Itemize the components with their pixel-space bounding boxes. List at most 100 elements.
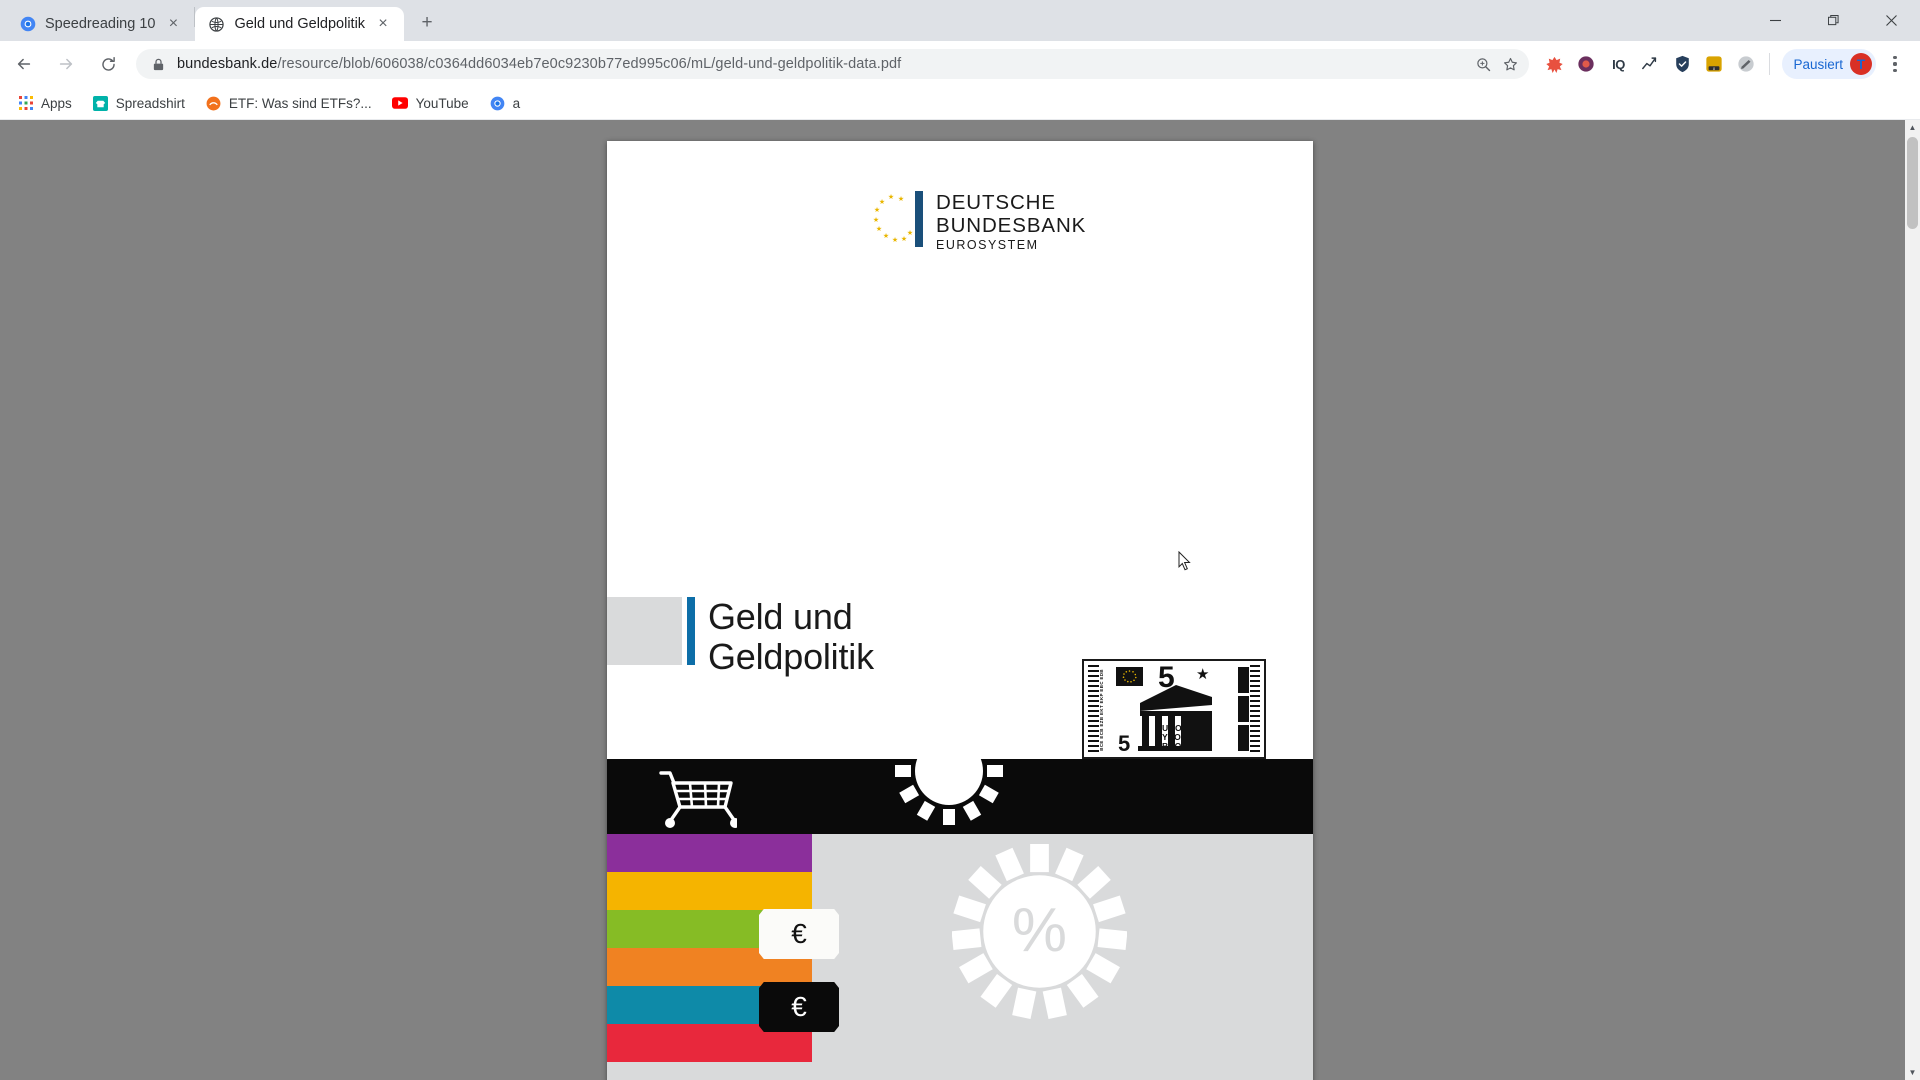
browser-tab-1[interactable]: Geld und Geldpolitik × [195,7,405,41]
profile-button[interactable]: Pausiert T [1782,49,1876,79]
chrome-favicon [19,16,36,33]
extension-chart-icon[interactable] [1635,49,1665,79]
orange-circle-icon [205,95,222,112]
euro-tag-black: € [759,982,839,1032]
svg-text:★: ★ [898,195,904,203]
logo-line-1: DEUTSCHE [936,191,1056,214]
scroll-down-button[interactable]: ▼ [1905,1065,1920,1080]
scroll-up-button[interactable]: ▲ [1905,120,1920,135]
scrollbar-thumb[interactable] [1907,137,1918,229]
pdf-page: ★ ★ ★ ★ ★ ★ ★ ★ ★ ★ DEUTSCHE BUNDESBANK … [607,141,1313,1080]
title-line-1: Geld und [708,596,853,637]
banknote-face: 5 ★ ★ 5 EURO EYPO EBPO [1114,663,1238,756]
bookmark-youtube[interactable]: YouTube [383,91,478,116]
title-accent-bar [687,597,695,665]
extension-adblock-icon[interactable]: 0 [1699,49,1729,79]
euro-symbol: € [791,991,807,1022]
banknote-bars [1238,667,1249,751]
logo-line-2: BUNDESBANK [936,214,1087,238]
eu-stars-icon: ★ ★ ★ ★ ★ ★ ★ ★ ★ ★ [871,191,913,247]
chrome-favicon [489,95,506,112]
percent-gear-icon: % [952,844,1127,1019]
title-line-2: Geldpolitik [708,635,874,677]
svg-text:★: ★ [879,198,885,206]
extension-pen-icon[interactable] [1731,49,1761,79]
close-tab-0-icon[interactable]: × [164,15,182,33]
new-tab-button[interactable]: + [412,8,442,38]
svg-text:★: ★ [883,232,889,240]
bookmark-etf[interactable]: ETF: Was sind ETFs?... [196,91,381,116]
bookmark-a[interactable]: a [480,91,530,116]
browser-tab-1-title: Geld und Geldpolitik [234,16,366,32]
cover-bottom-area: € € % [607,834,1313,1080]
svg-text:★: ★ [888,193,894,201]
bookmark-etf-label: ETF: Was sind ETFs?... [228,95,372,111]
extension-unicorn-icon[interactable] [1539,49,1569,79]
kebab-dot [1893,56,1897,60]
banknote-denomination-bottom: 5 [1118,731,1131,756]
toolbar-separator [1769,53,1771,75]
globe-favicon [208,16,225,33]
kebab-dot [1893,68,1897,72]
bookmark-apps[interactable]: Apps [8,91,81,116]
bookmark-youtube-label: YouTube [415,95,469,111]
bookmarks-bar: Apps Spreadshirt ETF: Was sind ETFs?... … [0,87,1920,120]
address-bar-path: /resource/blob/606038/c0364dd6034eb7e0c9… [277,56,902,72]
bookmark-a-label: a [512,95,521,111]
minimize-window-button[interactable] [1746,0,1804,41]
apps-grid-icon [17,95,34,112]
svg-text:★: ★ [874,206,880,214]
youtube-icon [392,95,409,112]
percent-symbol: % [1011,895,1068,965]
banknote-left-edge: BCE ECB EZB EKT EKP EBC EDB [1088,665,1114,753]
address-bar-url: bundesbank.de/resource/blob/606038/c0364… [177,56,1465,72]
spreadshirt-icon [92,95,109,112]
banknote-micro-text: BCE ECB EZB EKT EKP EBC EDB [1099,669,1104,751]
svg-text:★: ★ [876,225,882,233]
euro-banknote-graphic: BCE ECB EZB EKT EKP EBC EDB 5 ★ ★ [1082,659,1266,759]
cover-title: Geld und Geldpolitik [607,597,874,677]
maximize-window-button[interactable] [1804,0,1862,41]
extension-shield-icon[interactable] [1667,49,1697,79]
vertical-scrollbar[interactable]: ▲ ▼ [1905,120,1920,1080]
avatar: T [1850,53,1872,75]
gear-icon [893,715,1005,827]
logo-text: DEUTSCHE BUNDESBANK EUROSYSTEM [936,191,1086,252]
black-band [607,717,1313,834]
banknote-right-edge [1238,665,1260,753]
back-button[interactable] [7,47,41,81]
extension-dark-circle-icon[interactable] [1571,49,1601,79]
stripe-purple [607,834,812,872]
svg-text:★: ★ [873,216,879,224]
forward-button[interactable] [49,47,83,81]
close-tab-1-icon[interactable]: × [374,15,392,33]
kebab-dot [1893,62,1897,66]
window-controls [1746,0,1920,41]
tab-strip: Speedreading 10 × Geld und Geldpolitik ×… [0,0,1920,41]
bookmark-apps-label: Apps [41,95,72,111]
title-grey-block [607,597,682,665]
address-bar[interactable]: bundesbank.de/resource/blob/606038/c0364… [136,49,1530,79]
browser-tab-0-title: Speedreading 10 [45,16,156,32]
chrome-menu-button[interactable] [1880,47,1910,81]
classical-temple-icon [1136,683,1212,751]
extension-iq-icon[interactable]: IQ [1603,49,1633,79]
svg-text:0: 0 [1713,67,1715,71]
euro-symbol: € [791,918,807,949]
banknote-star-icon: ★ [1196,666,1210,683]
close-window-button[interactable] [1862,0,1920,41]
pdf-viewer: ★ ★ ★ ★ ★ ★ ★ ★ ★ ★ DEUTSCHE BUNDESBANK … [0,120,1920,1080]
bookmark-star-icon[interactable] [1502,56,1519,73]
stripe-yellow [607,872,812,910]
reload-button[interactable] [91,47,125,81]
euro-tag-white: € [759,909,839,959]
browser-tab-0[interactable]: Speedreading 10 × [6,7,195,41]
svg-text:★: ★ [892,236,898,244]
bookmark-spreadshirt-label: Spreadshirt [115,95,185,111]
zoom-in-icon[interactable] [1475,56,1492,73]
logo-line-3: EUROSYSTEM [936,238,1039,253]
address-bar-domain: bundesbank.de [177,56,278,72]
logo-accent-bar [915,191,923,247]
svg-text:★: ★ [907,229,913,237]
bookmark-spreadshirt[interactable]: Spreadshirt [83,91,194,116]
